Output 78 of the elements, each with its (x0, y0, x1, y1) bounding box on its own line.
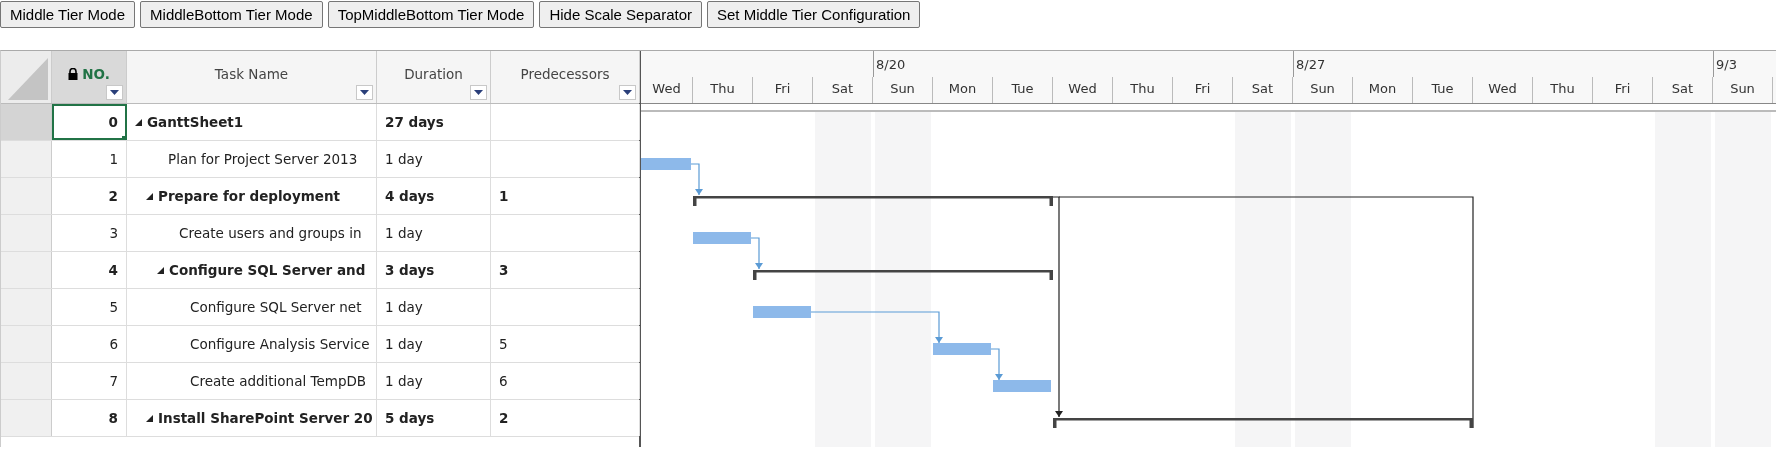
duration-cell: 5 days (377, 400, 491, 436)
predecessors-cell: 3 (491, 252, 640, 288)
dependency-arrow (690, 163, 703, 196)
filter-dropdown[interactable] (470, 85, 487, 100)
mode-button[interactable]: Middle Tier Mode (0, 1, 136, 28)
caret-icon (474, 90, 483, 95)
caret-icon (360, 90, 369, 95)
column-title: Task Name (214, 66, 289, 82)
column-title: NO. (82, 66, 110, 82)
dependency-arrow (750, 237, 763, 270)
task-name-cell: GanttSheet1 (127, 104, 377, 140)
predecessors-cell: 2 (491, 400, 640, 436)
duration-cell: 1 day (377, 326, 491, 362)
filter-dropdown[interactable] (356, 85, 373, 100)
number-cell[interactable]: 4 (52, 252, 127, 288)
number-cell[interactable]: 6 (52, 326, 127, 362)
expand-toggle-icon[interactable] (146, 414, 153, 422)
column-header[interactable]: Task Name (127, 51, 377, 103)
row-header[interactable] (1, 104, 52, 140)
duration-cell: 3 days (377, 252, 491, 288)
expand-toggle-icon[interactable] (157, 266, 164, 274)
row-header[interactable] (1, 141, 52, 177)
task-bar[interactable] (933, 343, 991, 355)
column-header[interactable]: NO. (52, 51, 127, 103)
number-cell[interactable]: 1 (52, 141, 127, 177)
row-header[interactable] (1, 215, 52, 251)
duration-cell: 1 day (377, 363, 491, 399)
number-cell[interactable]: 2 (52, 178, 127, 214)
task-name-cell: Create additional TempDB (127, 363, 377, 399)
row-header[interactable] (1, 400, 52, 436)
summary-bar[interactable] (753, 270, 1053, 280)
number-cell[interactable]: 3 (52, 215, 127, 251)
summary-bar[interactable] (1053, 418, 1473, 428)
caret-icon (110, 90, 119, 95)
column-title: Predecessors (520, 66, 610, 82)
column-header[interactable]: Duration (377, 51, 491, 103)
number-cell[interactable]: 0 (52, 104, 127, 140)
row-header[interactable] (1, 326, 52, 362)
task-bar[interactable] (693, 232, 751, 244)
filter-dropdown[interactable] (106, 85, 123, 100)
mode-button[interactable]: Hide Scale Separator (539, 1, 702, 28)
row-header[interactable] (1, 289, 52, 325)
row-header[interactable] (1, 178, 52, 214)
number-cell[interactable]: 8 (52, 400, 127, 436)
predecessors-cell: 5 (491, 326, 640, 362)
duration-cell: 1 day (377, 141, 491, 177)
task-name-cell: Install SharePoint Server 20 (127, 400, 377, 436)
number-cell[interactable]: 7 (52, 363, 127, 399)
dependency-arrow (990, 348, 1003, 381)
column-header[interactable]: Predecessors (491, 51, 640, 103)
select-all-corner[interactable] (1, 51, 52, 103)
expand-toggle-icon[interactable] (146, 192, 153, 200)
duration-cell: 27 days (377, 104, 491, 140)
predecessors-cell: 1 (491, 178, 640, 214)
duration-cell: 4 days (377, 178, 491, 214)
task-name-cell: Configure SQL Server net (127, 289, 377, 325)
mode-button[interactable]: TopMiddleBottom Tier Mode (327, 1, 535, 28)
task-name-cell: Configure SQL Server and (127, 252, 377, 288)
filter-dropdown[interactable] (619, 85, 636, 100)
task-name-cell: Plan for Project Server 2013 (127, 141, 377, 177)
row-header[interactable] (1, 252, 52, 288)
column-title: Duration (404, 66, 463, 82)
task-name-cell: Create users and groups in (127, 215, 377, 251)
task-bar[interactable] (993, 380, 1051, 392)
summary-bar[interactable] (693, 196, 1053, 206)
predecessors-cell: 6 (491, 363, 640, 399)
number-cell[interactable]: 5 (52, 289, 127, 325)
caret-icon (623, 90, 632, 95)
row-header[interactable] (1, 363, 52, 399)
duration-cell: 1 day (377, 289, 491, 325)
task-name-cell: Configure Analysis Service (127, 326, 377, 362)
task-bar[interactable] (753, 306, 811, 318)
expand-toggle-icon[interactable] (135, 118, 142, 126)
task-name-cell: Prepare for deployment (127, 178, 377, 214)
mode-button[interactable]: MiddleBottom Tier Mode (140, 1, 323, 28)
task-bar[interactable] (641, 158, 691, 170)
mode-button[interactable]: Set Middle Tier Configuration (707, 1, 921, 28)
duration-cell: 1 day (377, 215, 491, 251)
